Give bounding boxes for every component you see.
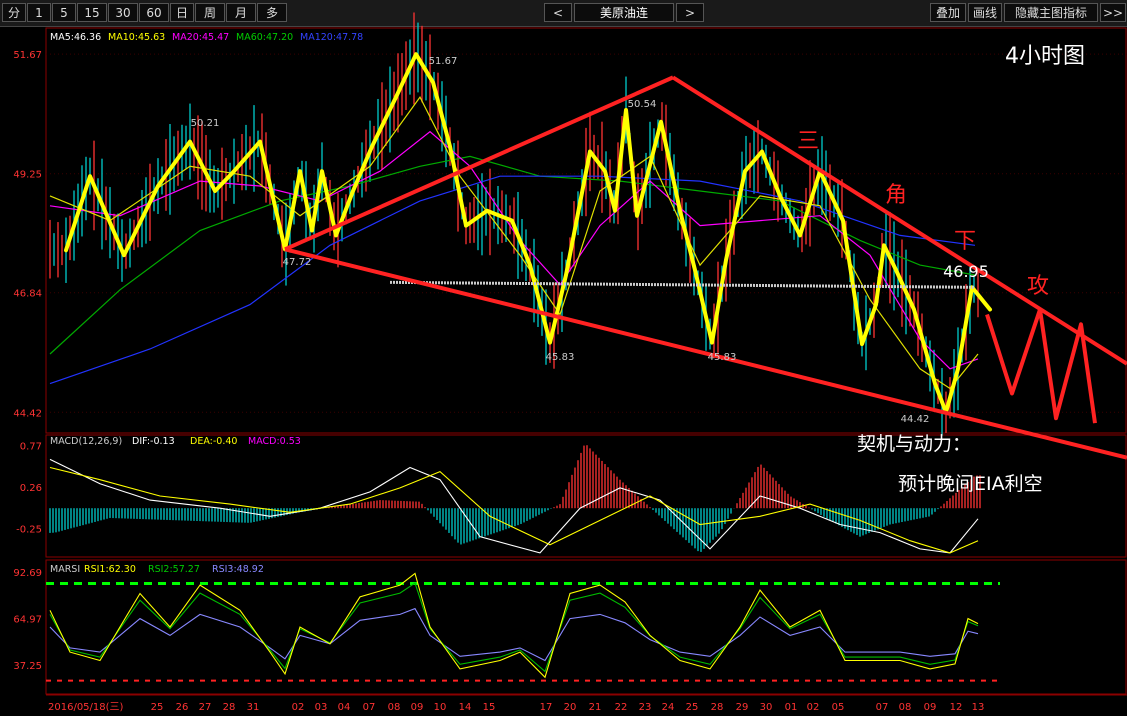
- x-axis-label: 2016/05/18(三): [48, 702, 124, 713]
- ma-legend-item: MA60:47.20: [236, 32, 293, 43]
- macd-y-tick: 0.26: [20, 483, 42, 494]
- price-annotation: 50.54: [628, 99, 657, 110]
- x-axis-label: 29: [736, 702, 749, 713]
- ma-legend-item: MA10:45.63: [108, 32, 165, 43]
- rsi-y-tick: 92.69: [13, 568, 42, 579]
- price-y-tick: 44.42: [13, 408, 42, 419]
- x-axis-label: 07: [876, 702, 889, 713]
- x-axis-label: 02: [292, 702, 305, 713]
- rsi3-line: [49, 607, 979, 662]
- rsi-y-tick: 37.25: [13, 661, 42, 672]
- x-axis-label: 26: [176, 702, 189, 713]
- x-axis-label: 07: [363, 702, 376, 713]
- rsi-panel: [45, 559, 1127, 695]
- x-axis-label: 08: [899, 702, 912, 713]
- price-y-tick: 49.25: [13, 170, 42, 181]
- x-axis-label: 09: [924, 702, 937, 713]
- x-axis-label: 13: [972, 702, 985, 713]
- ma-legend-item: MA20:45.47: [172, 32, 229, 43]
- macd-legend-item: MACD:0.53: [248, 436, 301, 447]
- x-axis-label: 30: [760, 702, 773, 713]
- x-axis-label: 02: [807, 702, 820, 713]
- note-line-2: 预计晚间EIA利空: [898, 473, 1043, 495]
- pattern-char: 三: [797, 129, 819, 154]
- price-annotation: 44.42: [901, 414, 930, 425]
- pattern-char: 攻: [1027, 274, 1049, 299]
- x-axis-label: 28: [711, 702, 724, 713]
- price-annotation: 47.72: [283, 257, 312, 268]
- x-axis-label: 22: [615, 702, 628, 713]
- macd-legend-item: DIF:-0.13: [132, 436, 175, 447]
- rsi-y-tick: 64.97: [13, 615, 42, 626]
- rsi-legend-item: RSI3:48.92: [212, 564, 264, 575]
- trend-line-upper-right: [671, 75, 1127, 366]
- macd-y-tick: 0.77: [20, 442, 42, 453]
- x-axis-label: 25: [686, 702, 699, 713]
- x-axis-label: 12: [950, 702, 963, 713]
- rsi1-line: [49, 572, 979, 679]
- x-axis-label: 21: [589, 702, 602, 713]
- timeframe-label: 4小时图: [1005, 44, 1085, 69]
- price-annotation: 45.83: [708, 352, 737, 363]
- last-price-label: 46.95: [943, 262, 989, 281]
- price-y-tick: 46.84: [13, 289, 42, 300]
- x-axis-label: 01: [785, 702, 798, 713]
- projected-zigzag: [985, 307, 1097, 424]
- x-axis-label: 08: [388, 702, 401, 713]
- chart-canvas: 51.67 49.25 46.84 44.42 50.21 51.67 50.54 47.72…: [13, 12, 1127, 713]
- x-axis-label: 24: [662, 702, 675, 713]
- x-axis-label: 14: [459, 702, 472, 713]
- rsi-legend-item: MARSI: [50, 564, 80, 575]
- rsi-legend-item: RSI1:62.30: [84, 564, 136, 575]
- x-axis-label: 31: [247, 702, 260, 713]
- x-axis-label: 17: [540, 702, 553, 713]
- x-axis-label: 09: [411, 702, 424, 713]
- x-axis-label: 28: [223, 702, 236, 713]
- x-axis-label: 25: [151, 702, 164, 713]
- ma-legend-item: MA120:47.78: [300, 32, 363, 43]
- price-annotation: 51.67: [429, 56, 458, 67]
- price-trace-line: [64, 52, 992, 415]
- x-axis-label: 27: [199, 702, 212, 713]
- ma-legend-item: MA5:46.36: [50, 32, 101, 43]
- x-axis-label: 03: [315, 702, 328, 713]
- price-annotation: 50.21: [191, 118, 220, 129]
- x-axis-label: 23: [639, 702, 652, 713]
- price-annotation: 45.83: [546, 352, 575, 363]
- rsi-legend-item: RSI2:57.27: [148, 564, 200, 575]
- x-axis-label: 05: [832, 702, 845, 713]
- x-axis-label: 15: [483, 702, 496, 713]
- price-y-tick: 51.67: [13, 50, 42, 61]
- macd-dif-line: [49, 458, 979, 554]
- trend-line-upper-left: [284, 75, 674, 252]
- x-axis-label: 04: [338, 702, 351, 713]
- pattern-char: 下: [954, 229, 976, 254]
- x-axis-label: 10: [434, 702, 447, 713]
- macd-legend-item: DEA:-0.40: [190, 436, 237, 447]
- macd-y-tick: -0.25: [16, 525, 42, 536]
- pattern-char: 角: [885, 183, 907, 208]
- macd-legend-item: MACD(12,26,9): [50, 436, 122, 447]
- rsi2-line: [49, 582, 979, 673]
- note-line-1: 契机与动力：: [857, 433, 971, 455]
- x-axis-label: 20: [564, 702, 577, 713]
